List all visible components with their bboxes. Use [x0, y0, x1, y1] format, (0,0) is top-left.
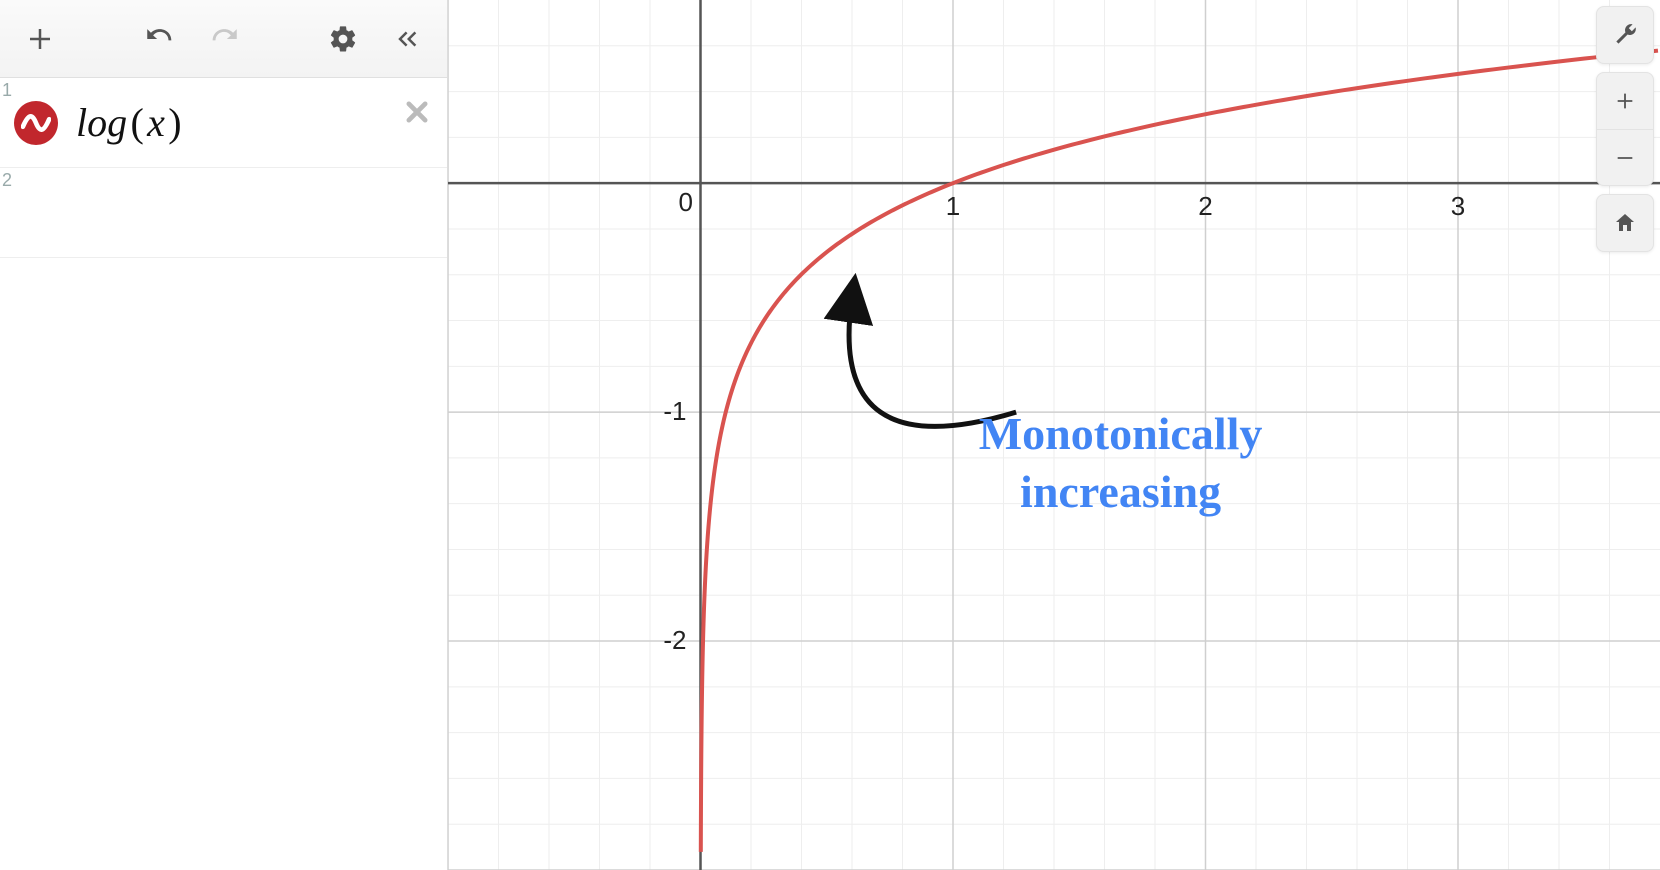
close-icon — [403, 98, 431, 126]
svg-text:2: 2 — [1198, 191, 1212, 221]
home-button[interactable] — [1597, 195, 1653, 251]
wave-icon — [21, 108, 51, 138]
collapse-panel-button[interactable] — [375, 9, 439, 69]
annotation-line1: Monotonically — [979, 405, 1263, 463]
svg-text:-2: -2 — [663, 625, 686, 655]
graph-canvas[interactable]: 1 2 3 -1 -2 0 Monotonically increasing — [448, 0, 1660, 870]
annotation-text: Monotonically increasing — [979, 405, 1263, 520]
expression-color-badge[interactable] — [14, 101, 58, 145]
zoom-in-button[interactable] — [1597, 73, 1653, 129]
row-index: 2 — [2, 170, 14, 191]
delete-expression-button[interactable] — [397, 92, 437, 132]
wrench-icon — [1612, 22, 1638, 48]
row-index: 1 — [2, 80, 14, 101]
origin-label: 0 — [679, 187, 693, 218]
expression-panel: 1 log ( x ) 2 — [0, 0, 448, 870]
undo-button[interactable] — [128, 9, 192, 69]
expression-row[interactable]: 1 log ( x ) — [0, 78, 447, 168]
expression-row[interactable]: 2 — [0, 168, 447, 258]
home-icon — [1613, 211, 1637, 235]
expression-toolbar — [0, 0, 447, 78]
graph-controls — [1596, 6, 1654, 252]
svg-text:-1: -1 — [663, 396, 686, 426]
expression-text[interactable]: log ( x ) — [76, 99, 182, 146]
svg-text:1: 1 — [946, 191, 960, 221]
redo-button[interactable] — [192, 9, 256, 69]
settings-button[interactable] — [311, 9, 375, 69]
add-expression-button[interactable] — [8, 9, 72, 69]
zoom-out-button[interactable] — [1597, 129, 1653, 185]
svg-text:3: 3 — [1451, 191, 1465, 221]
expression-rows: 1 log ( x ) 2 — [0, 78, 447, 258]
annotation-line2: increasing — [979, 463, 1263, 521]
graph-settings-button[interactable] — [1597, 7, 1653, 63]
minus-icon — [1614, 147, 1636, 169]
plus-icon — [1614, 90, 1636, 112]
